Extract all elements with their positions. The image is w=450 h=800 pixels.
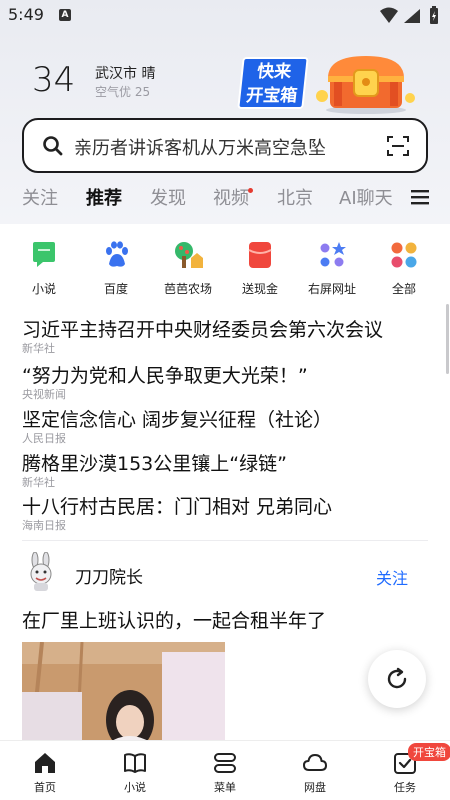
nav-novel[interactable]: 小说 [90,741,180,800]
nav-label: 菜单 [214,781,236,794]
nav-menu[interactable]: 菜单 [180,741,270,800]
baidu-paw-icon [106,241,128,267]
air-quality: 空气优 25 [95,85,151,99]
menu-icon[interactable] [411,189,429,205]
news-item[interactable]: 十八行村古民居：门门相对 兄弟同心 海南日报 [22,495,432,533]
shortcut-all[interactable]: 全部 [369,234,439,297]
temperature: 34 [32,60,76,100]
farm-tree-icon [175,242,203,268]
treasure-chest-promo[interactable]: 快来 开宝箱 [237,52,420,114]
treasure-chest-icon [316,56,415,114]
scan-icon[interactable] [386,134,410,158]
all-apps-icon [391,242,417,268]
search-icon [43,136,63,156]
shortcut-baidu[interactable]: 百度 [81,234,151,297]
scrollbar[interactable] [446,304,449,374]
post-text[interactable]: 在厂里上班认识的，一起合租半年了 [22,606,326,633]
tab-ai-chat[interactable]: AI聊天 [339,184,393,210]
avatar[interactable] [24,552,58,592]
status-bar: 5:49 A [0,0,450,32]
task-badge: 开宝箱 [408,743,450,761]
shortcut-sites[interactable]: 右屏网址 [297,234,367,297]
news-title: “努力为党和人民争取更大光荣！” [22,365,308,387]
nav-home[interactable]: 首页 [0,741,90,800]
divider [22,540,428,541]
battery-icon [430,6,438,24]
tab-video[interactable]: 视频 [213,184,249,210]
shortcut-grid: 小说 百度 芭芭农场 送现金 右屏网址 全部 [0,234,450,304]
search-box[interactable]: 亲历者讲诉客机从万米高空急坠 [22,118,428,173]
tab-follow[interactable]: 关注 [22,184,58,210]
shortcut-label: 百度 [103,282,128,296]
nav-label: 小说 [124,781,146,794]
sites-grid-icon [320,242,346,267]
status-icons [380,6,438,24]
news-source: 央视新闻 [22,388,66,401]
author-name[interactable]: 刀刀院长 [75,563,143,588]
tab-video-dot [248,188,253,193]
news-title: 习近平主持召开中央财经委员会第六次会议 [22,319,384,341]
news-title: 腾格里沙漠153公里镶上“绿链” [22,453,287,475]
channel-tabs: 关注 推荐 发现 视频 北京 AI聊天 [0,184,450,214]
shortcut-farm[interactable]: 芭芭农场 [153,234,223,297]
nav-label: 任务 [394,781,416,794]
tab-beijing[interactable]: 北京 [277,184,313,210]
nav-label: 首页 [34,781,56,794]
bottom-nav: 首页 小说 菜单 网盘 任务 [0,740,450,800]
news-item[interactable]: “努力为党和人民争取更大光荣！” 央视新闻 [22,364,432,402]
promo-text: 快来 开宝箱 [237,57,309,109]
follow-button[interactable]: 关注 [376,565,408,589]
nav-cloud[interactable]: 网盘 [270,741,360,800]
search-query: 亲历者讲诉客机从万米高空急坠 [74,138,326,159]
home-icon [35,753,55,773]
novel-icon [33,242,55,267]
shortcut-cash[interactable]: 送现金 [225,234,295,297]
news-item[interactable]: 腾格里沙漠153公里镶上“绿链” 新华社 [22,452,432,490]
refresh-icon [387,667,407,689]
tab-recommend[interactable]: 推荐 [86,184,122,210]
post-image[interactable] [22,642,225,742]
shortcut-label: 送现金 [241,282,278,296]
news-source: 新华社 [22,476,55,489]
news-title: 十八行村古民居：门门相对 兄弟同心 [22,496,333,518]
signal-icon [404,9,420,23]
news-item[interactable]: 坚定信念信心 阔步复兴征程（社论） 人民日报 [22,408,432,446]
book-icon [124,753,146,773]
shortcut-novel[interactable]: 小说 [9,234,79,297]
promo-text-line2: 开宝箱 [245,86,299,106]
notification-icon: A [59,9,71,21]
news-source: 新华社 [22,342,55,355]
shortcut-label: 全部 [391,282,416,296]
status-time: 5:49 [8,5,44,24]
menu-stack-icon [214,753,236,773]
cloud-icon [303,754,327,771]
news-source: 人民日报 [22,432,66,445]
news-item[interactable]: 习近平主持召开中央财经委员会第六次会议 新华社 [22,318,432,356]
shortcut-label: 芭芭农场 [163,282,212,296]
nav-label: 网盘 [304,781,326,794]
shortcut-label: 右屏网址 [307,282,356,296]
refresh-button[interactable] [368,650,426,708]
news-source: 海南日报 [22,519,66,532]
promo-text-line1: 快来 [256,62,293,82]
tab-discover[interactable]: 发现 [150,184,186,210]
shortcut-label: 小说 [31,282,56,296]
cash-envelope-icon [248,242,272,268]
city-condition: 武汉市 晴 [95,66,156,82]
wifi-icon [380,7,398,23]
news-title: 坚定信念信心 阔步复兴征程（社论） [22,409,333,431]
